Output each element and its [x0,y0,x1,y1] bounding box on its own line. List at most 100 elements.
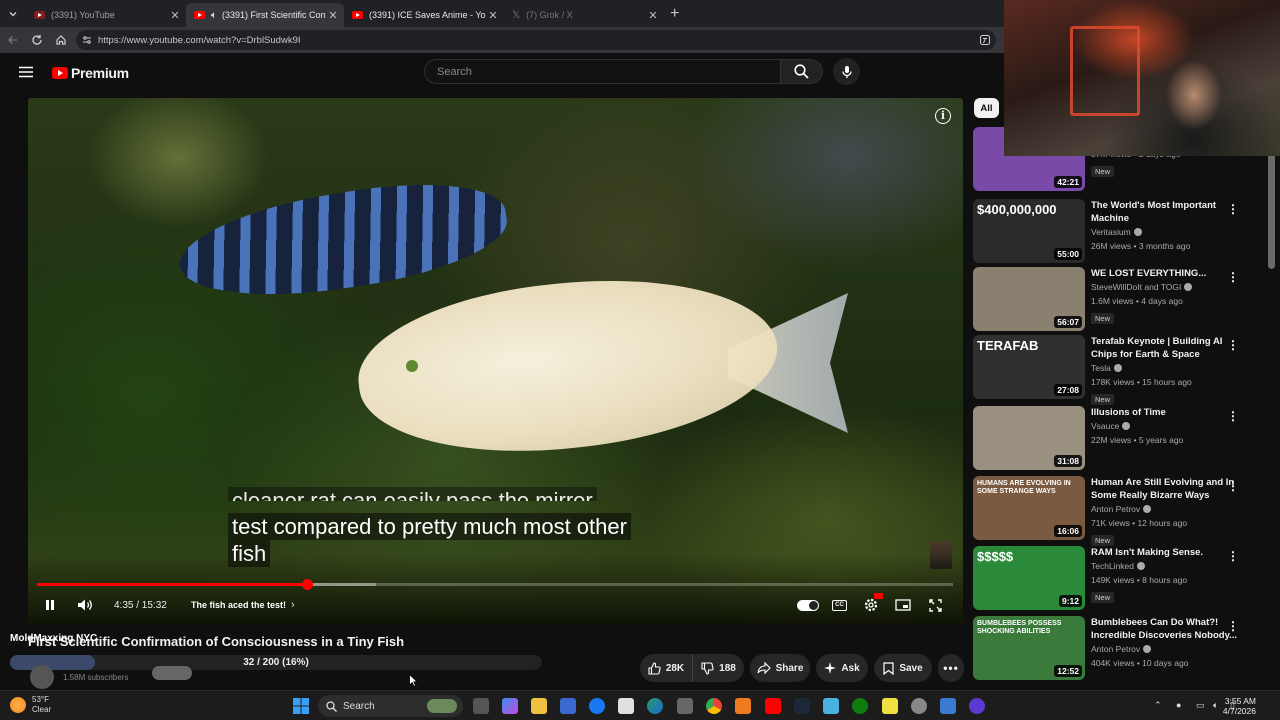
autoplay-toggle[interactable] [797,596,819,614]
mute-button[interactable] [77,596,93,614]
close-tab-icon[interactable]: ✕ [486,9,500,22]
video-thumbnail[interactable]: 56:07 [973,267,1085,331]
more-options-icon[interactable]: ⋮ [1227,270,1239,284]
recommendation-item[interactable]: TERAFAB 27:08 Terafab Keynote | Building A… [973,335,1263,405]
miniplayer-button[interactable] [895,596,911,614]
home-icon[interactable] [54,33,68,47]
channel-name[interactable]: Tesla [1091,361,1241,375]
hamburger-menu-icon[interactable] [19,66,33,78]
chip-all[interactable]: All [974,98,999,118]
like-button[interactable]: 28K [640,654,692,682]
close-tab-icon[interactable]: ✕ [168,9,182,22]
subtitles-button[interactable]: CC [832,596,847,614]
share-button[interactable]: Share [750,654,810,682]
reload-icon[interactable] [30,33,44,47]
fullscreen-button[interactable] [929,596,942,614]
store-icon[interactable] [560,698,576,714]
recommendation-item[interactable]: $$$$$ 9:12 RAM Isn't Making Sense. TechLink… [973,546,1263,610]
task-view-icon[interactable] [473,698,489,714]
channel-name[interactable]: Vsauce [1091,419,1241,433]
channel-name[interactable]: TechLinked [1091,559,1241,573]
calculator-icon[interactable] [677,698,693,714]
channel-name[interactable]: Veritasium [1091,225,1241,239]
tab-youtube-home[interactable]: (3391) YouTube ✕ [26,3,186,27]
recommendation-item[interactable]: 56:07 WE LOST EVERYTHING... SteveWillDoIt … [973,267,1263,331]
app-icon[interactable] [969,698,985,714]
video-thumbnail[interactable]: $400,000,000 55:00 [973,199,1085,263]
weather-widget[interactable]: 53°F Clear [10,695,51,715]
taskbar-search[interactable]: Search [318,695,463,717]
recommendation-title[interactable]: The World's Most Important Machine [1091,199,1241,225]
start-icon[interactable] [293,698,309,714]
location-icon[interactable]: ● [1176,700,1181,710]
app-icon[interactable] [911,698,927,714]
subscribe-button[interactable] [152,666,192,680]
video-player[interactable]: i cleaner rat can easily pass the mirror… [28,98,963,624]
video-thumbnail[interactable]: BUMBLEBEES POSSESS SHOCKING ABILITIES 12:… [973,616,1085,680]
recommendation-title[interactable]: WE LOST EVERYTHING... [1091,267,1241,280]
recommendation-item[interactable]: HUMANS ARE EVOLVING IN SOME STRANGE WAYS… [973,476,1263,546]
edge-icon[interactable] [647,698,663,714]
recommendation-item[interactable]: $400,000,000 55:00 The World's Most Import… [973,199,1263,263]
more-actions-button[interactable]: ••• [938,654,964,682]
dislike-button[interactable]: 188 [692,654,744,682]
site-info-icon[interactable] [82,35,92,45]
speaker-icon[interactable]: 🔈︎ [1213,700,1218,711]
translate-icon[interactable] [978,33,992,47]
amazon-icon[interactable] [618,698,634,714]
channel-avatar[interactable] [30,665,54,689]
recommendation-title[interactable]: RAM Isn't Making Sense. [1091,546,1241,559]
more-options-icon[interactable]: ⋮ [1227,479,1239,493]
settings-button[interactable] [863,593,883,614]
channel-name[interactable]: Anton Petrov [1091,502,1241,516]
recommendation-item[interactable]: BUMBLEBEES POSSESS SHOCKING ABILITIES 12:… [973,616,1263,680]
search-button[interactable] [781,59,823,84]
channel-name[interactable]: SteveWillDoIt and TOGI [1091,280,1241,294]
tab-ice-saves-anime[interactable]: (3391) ICE Saves Anime - YouTube ✕ [344,3,504,27]
more-options-icon[interactable]: ⋮ [1227,549,1239,563]
youtube-premium-logo[interactable]: Premium [52,65,129,81]
channel-name[interactable]: Anton Petrov [1091,642,1241,656]
app-icon[interactable] [823,698,839,714]
search-input[interactable]: Search [424,59,781,84]
vlc-icon[interactable] [735,698,751,714]
steam-icon[interactable] [794,698,810,714]
more-options-icon[interactable]: ⋮ [1227,619,1239,633]
tab-current-video[interactable]: 🔈︎ (3391) First Scientific Confirm ✕ [186,3,344,27]
recommendation-title[interactable]: Illusions of Time [1091,406,1241,419]
sidebar-scrollbar[interactable] [1268,153,1275,269]
seek-bar[interactable] [37,579,953,590]
recommendation-title[interactable]: Bumblebees Can Do What?! Incredible Disc… [1091,616,1241,642]
speaker-icon[interactable]: 🔈︎ [211,10,217,21]
youtube-app-icon[interactable] [765,698,781,714]
facebook-icon[interactable] [589,698,605,714]
recommendation-item[interactable]: 31:08 Illusions of Time Vsauce 22M views • … [973,406,1263,470]
network-icon[interactable]: ▭ [1196,700,1205,711]
ask-button[interactable]: Ask [816,654,868,682]
close-tab-icon[interactable]: ✕ [326,9,340,22]
close-tab-icon[interactable]: ✕ [646,9,660,22]
chapter-button[interactable]: The fish aced the test! › [191,596,295,614]
recommendation-title[interactable]: Terafab Keynote | Building AI Chips for … [1091,335,1241,361]
new-tab-icon[interactable]: + [670,5,679,23]
clock[interactable]: 3:55 AM 4/7/2026 [1223,696,1256,716]
video-thumbnail[interactable]: TERAFAB 27:08 [973,335,1085,399]
file-explorer-icon[interactable] [531,698,547,714]
save-button[interactable]: Save [874,654,932,682]
video-thumbnail[interactable]: $$$$$ 9:12 [973,546,1085,610]
back-icon[interactable] [6,33,20,47]
more-options-icon[interactable]: ⋮ [1227,409,1239,423]
chevron-up-icon[interactable]: ⌃ [1154,700,1162,711]
video-thumbnail[interactable]: 31:08 [973,406,1085,470]
chrome-icon[interactable] [706,698,722,714]
recommendation-title[interactable]: Human Are Still Evolving and In Some Rea… [1091,476,1241,502]
info-icon[interactable]: i [935,108,951,124]
voice-search-button[interactable] [833,58,860,85]
more-options-icon[interactable]: ⋮ [1227,338,1239,352]
copilot-icon[interactable] [502,698,518,714]
xbox-icon[interactable] [852,698,868,714]
url-field[interactable]: https://www.youtube.com/watch?v=DrblSudw… [76,30,996,50]
sticky-notes-icon[interactable] [882,698,898,714]
app-icon[interactable] [940,698,956,714]
more-options-icon[interactable]: ⋮ [1227,202,1239,216]
